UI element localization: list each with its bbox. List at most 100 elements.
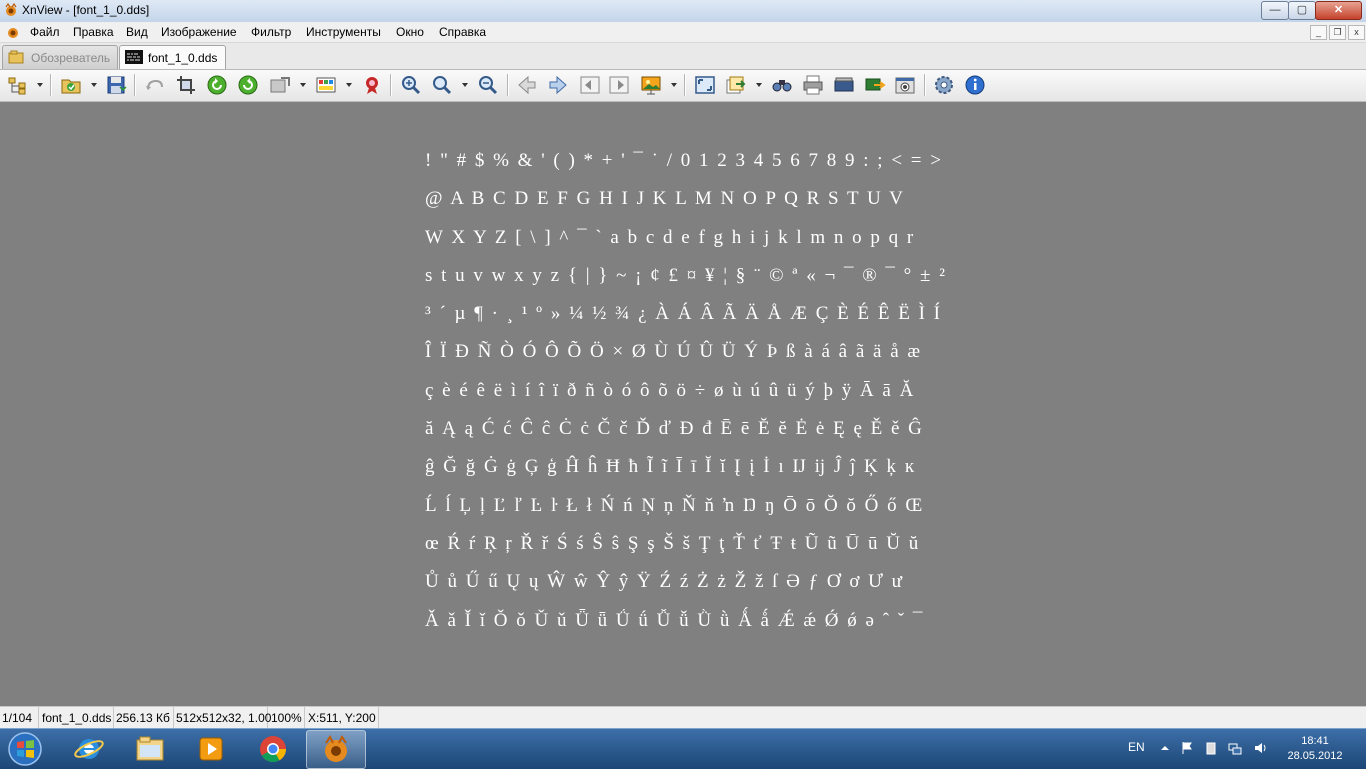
menu-edit[interactable]: Правка bbox=[73, 25, 114, 39]
xnview-app-icon[interactable] bbox=[4, 3, 18, 17]
fullscreen-button[interactable] bbox=[694, 74, 716, 96]
zoom-out-button[interactable] bbox=[477, 74, 499, 96]
transform-icon bbox=[270, 77, 290, 93]
first-button[interactable] bbox=[579, 74, 601, 96]
filter-button[interactable] bbox=[361, 74, 383, 96]
network-icon[interactable] bbox=[1228, 741, 1242, 755]
taskbar-internet-explorer[interactable] bbox=[60, 730, 118, 767]
last-icon bbox=[609, 76, 629, 94]
last-button[interactable] bbox=[608, 74, 630, 96]
internet-explorer-icon bbox=[74, 739, 104, 759]
menu-window[interactable]: Окно bbox=[396, 25, 424, 39]
zoom-in-button[interactable] bbox=[400, 74, 422, 96]
menu-view[interactable]: Вид bbox=[126, 25, 148, 39]
next-button[interactable] bbox=[547, 74, 569, 96]
glyph-row: œ Ŕ ŕ Ŗ ŗ Ř ř Ś ś Ŝ ŝ Ş ş Š š Ţ ţ Ť ť Ŧ … bbox=[425, 532, 920, 554]
browser-tab-icon bbox=[8, 50, 24, 64]
taskbar-chrome[interactable] bbox=[244, 730, 302, 767]
taskbar-media-player[interactable] bbox=[182, 730, 240, 767]
first-icon bbox=[580, 76, 600, 94]
capture-button[interactable] bbox=[894, 74, 916, 96]
tab-bar: Обозреватель font_1_0.dds bbox=[0, 43, 1366, 70]
maximize-button[interactable]: ▢ bbox=[1288, 1, 1316, 20]
clock-time: 18:41 bbox=[1301, 735, 1329, 747]
undo-button[interactable] bbox=[144, 74, 166, 96]
wallpaper-button[interactable] bbox=[864, 74, 886, 96]
settings-button[interactable] bbox=[933, 74, 955, 96]
status-filesize: 256.13 Кб bbox=[114, 707, 174, 729]
minimize-button[interactable]: — bbox=[1261, 1, 1289, 20]
info-button[interactable] bbox=[964, 74, 986, 96]
zoom-in-icon bbox=[402, 76, 421, 95]
save-button[interactable] bbox=[105, 74, 127, 96]
close-button[interactable]: ✕ bbox=[1315, 1, 1362, 20]
filter-icon bbox=[366, 77, 378, 94]
glyph-row: Ǎ ǎ Ǐ ǐ Ǒ ǒ Ǔ ǔ Ǖ ǖ Ǘ ǘ Ǚ ǚ Ǜ ǜ Ǻ ǻ Ǽ ǽ … bbox=[425, 609, 924, 631]
zoom-button[interactable] bbox=[431, 74, 453, 96]
transform-button[interactable] bbox=[269, 74, 291, 96]
mdi-minimize-button[interactable]: _ bbox=[1310, 25, 1327, 40]
menu-filter[interactable]: Фильтр bbox=[251, 25, 291, 39]
rotate-left-button[interactable] bbox=[206, 74, 228, 96]
previous-button[interactable] bbox=[516, 74, 538, 96]
menu-image[interactable]: Изображение bbox=[161, 25, 237, 39]
save-icon bbox=[107, 76, 127, 94]
scan-icon bbox=[834, 77, 854, 92]
browser-icon bbox=[8, 77, 26, 95]
previous-icon bbox=[518, 75, 536, 95]
rotate-right-button[interactable] bbox=[237, 74, 259, 96]
tab-browser[interactable]: Обозреватель bbox=[2, 45, 118, 69]
tab-label: font_1_0.dds bbox=[148, 51, 218, 65]
crop-button[interactable] bbox=[175, 74, 197, 96]
glyph-row: ĝ Ğ ğ Ġ ġ Ģ ģ Ĥ ĥ Ħ ħ Ĩ ĩ Ī ī Ĭ ĭ Į į İ … bbox=[425, 456, 916, 478]
action-center-flag-icon[interactable] bbox=[1180, 741, 1194, 755]
color-adjust-button[interactable] bbox=[315, 74, 337, 96]
crop-icon bbox=[177, 76, 195, 94]
tab-font-file[interactable]: font_1_0.dds bbox=[119, 45, 226, 69]
slideshow-icon bbox=[641, 76, 661, 95]
font-atlas-image: ! " # $ % & ' ( ) * + ' ¯ ˙ / 0 1 2 3 4 … bbox=[425, 142, 945, 640]
media-player-icon bbox=[199, 737, 223, 761]
open-button[interactable] bbox=[60, 74, 82, 96]
settings-icon bbox=[935, 76, 953, 94]
info-icon bbox=[965, 75, 985, 95]
start-button[interactable] bbox=[5, 731, 45, 767]
glyph-row: ³ ´ µ ¶ · ¸ ¹ º » ¼ ½ ¾ ¿ À Á Â Ã Ä Å Æ … bbox=[425, 303, 941, 325]
volume-icon[interactable] bbox=[1253, 741, 1267, 755]
rotate-left-icon bbox=[207, 75, 227, 95]
print-button[interactable] bbox=[802, 74, 824, 96]
mdi-close-button[interactable]: x bbox=[1348, 25, 1365, 40]
menu-tools[interactable]: Инструменты bbox=[306, 25, 381, 39]
menu-file[interactable]: Файл bbox=[30, 25, 60, 39]
toolbar bbox=[0, 70, 1366, 102]
slideshow-button[interactable] bbox=[640, 74, 662, 96]
menu-help[interactable]: Справка bbox=[439, 25, 486, 39]
system-clock[interactable]: 18:41 28.05.2012 bbox=[1280, 734, 1350, 764]
taskbar-xnview[interactable] bbox=[306, 730, 366, 769]
glyph-row: Î Ï Ð Ñ Ò Ó Ô Õ Ö × Ø Ù Ú Û Ü Ý Þ ß à á … bbox=[425, 341, 922, 363]
capture-icon bbox=[895, 77, 915, 94]
export-button[interactable] bbox=[725, 74, 747, 96]
zoom-icon bbox=[433, 76, 452, 95]
language-indicator[interactable]: EN bbox=[1128, 740, 1145, 754]
undo-icon bbox=[146, 79, 163, 90]
image-viewer[interactable]: ! " # $ % & ' ( ) * + ' ¯ ˙ / 0 1 2 3 4 … bbox=[0, 102, 1366, 706]
fullscreen-icon bbox=[695, 76, 715, 94]
glyph-row: ç è é ê ë ì í î ï ð ñ ò ó ô õ ö ÷ ø ù ú … bbox=[425, 379, 915, 401]
browser-button[interactable] bbox=[7, 74, 29, 96]
find-button[interactable] bbox=[771, 74, 793, 96]
glyph-row: s t u v w x y z { | } ~ ¡ ¢ £ ¤ ¥ ¦ § ¨ … bbox=[425, 264, 945, 286]
window-title: XnView - [font_1_0.dds] bbox=[22, 3, 150, 17]
scan-button[interactable] bbox=[833, 74, 855, 96]
device-icon[interactable] bbox=[1204, 741, 1218, 755]
menu-bar: Файл Правка Вид Изображение Фильтр Инстр… bbox=[0, 22, 1366, 43]
clock-date: 28.05.2012 bbox=[1287, 750, 1343, 762]
document-menu-icon[interactable] bbox=[6, 25, 20, 39]
show-hidden-icons-icon[interactable] bbox=[1158, 741, 1172, 755]
mdi-restore-button[interactable]: ❐ bbox=[1329, 25, 1346, 40]
status-zoom: 100% bbox=[269, 707, 305, 729]
print-icon bbox=[803, 75, 823, 95]
next-icon bbox=[549, 75, 567, 95]
taskbar: EN 18:41 28.05.2012 bbox=[0, 728, 1366, 769]
taskbar-file-explorer[interactable] bbox=[121, 730, 179, 767]
